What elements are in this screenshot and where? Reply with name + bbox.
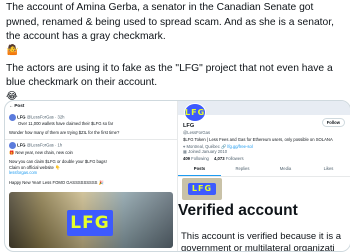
tweet-handle: @LessForGas · 1h xyxy=(26,142,63,148)
tab-likes[interactable]: Likes xyxy=(307,166,350,176)
screenshot-card: ← Post LFG @LessForGas · 32h Over 11,000… xyxy=(4,100,350,252)
avatar[interactable] xyxy=(9,114,16,121)
tab-posts[interactable]: Posts xyxy=(178,166,221,176)
tweet-line-1: The account of Amina Gerba, a senator in… xyxy=(6,2,314,13)
tweet-line-2: pwned, renamed & being used to spread sc… xyxy=(6,16,334,28)
location-icon: ⌖ xyxy=(183,143,186,149)
verified-popup: Verified account This account is verifie… xyxy=(178,201,350,251)
tweet-body-1: 🎁 New year, new chain, new coin xyxy=(9,150,73,155)
following-count[interactable]: 409 xyxy=(183,156,190,161)
post-panel: ← Post LFG @LessForGas · 32h Over 11,000… xyxy=(5,101,178,251)
back-arrow-icon[interactable]: ← xyxy=(9,103,13,108)
tweet-line-3: the account has a gray checkmark. xyxy=(6,31,166,42)
avatar[interactable] xyxy=(9,142,16,149)
profile-website[interactable]: lfg.gg/free-sol xyxy=(227,144,252,149)
post-header: Post xyxy=(14,103,25,108)
link-icon: 🔗 xyxy=(221,143,227,149)
tweet-author[interactable]: LFG xyxy=(17,115,25,120)
tweet-media-image[interactable]: LFG xyxy=(9,192,173,248)
tab-replies[interactable]: Replies xyxy=(221,166,264,176)
calendar-icon: ▦ xyxy=(183,149,187,155)
tweet-line-4: The actors are using it to fake as the "… xyxy=(6,62,333,74)
followers-label[interactable]: Followers xyxy=(226,156,244,161)
profile-panel: LFG Follow LFG @LessForGas $LFG Token | … xyxy=(178,101,350,251)
shrug-emoji-icon: 🤷 xyxy=(6,44,19,56)
tweet-body-4: Happy New Year! Less FOMO GASSSSSSSSS 🎉 xyxy=(9,179,104,185)
lfg-logo-thumb: LFG xyxy=(188,183,216,195)
tweet-item[interactable]: LFG @LessForGas · 1h 🎁 New year, new cha… xyxy=(9,142,173,185)
media-thumbnail[interactable]: LFG xyxy=(182,178,222,200)
following-label[interactable]: Following xyxy=(191,156,209,161)
tweet-text: The account of Amina Gerba, a senator in… xyxy=(0,0,350,103)
tweet-author[interactable]: LFG xyxy=(17,143,25,148)
tweet-line-5: blue checkmark on their account. xyxy=(6,77,158,88)
tweet-body-2: Wonder how many of them are trying $ZIL … xyxy=(9,130,120,136)
tweet-body-1: Over 11,000 wallets have claimed their $… xyxy=(18,121,114,126)
tab-media[interactable]: Media xyxy=(264,166,307,176)
profile-location: Montreal, Québec xyxy=(186,143,220,149)
profile-bio: $LFG Token | Less Fees and Gas for Ether… xyxy=(183,137,333,143)
followers-count[interactable]: 4,073 xyxy=(214,156,224,161)
profile-name: LFG xyxy=(183,123,195,129)
tweet-item[interactable]: LFG @LessForGas · 32h Over 11,000 wallet… xyxy=(9,114,173,136)
profile-avatar[interactable]: LFG xyxy=(184,103,206,122)
tweet-link[interactable]: lessforgas.com xyxy=(9,170,173,175)
profile-tabs: Posts Replies Media Likes xyxy=(178,166,350,177)
profile-handle: @LessForGas xyxy=(183,130,211,135)
divider xyxy=(5,139,177,140)
profile-joined: Joined January 2010 xyxy=(188,149,228,155)
verified-line-1: This account is verified because it is a xyxy=(181,231,341,242)
tweet-handle: @LessForGas · 32h xyxy=(26,114,65,120)
lfg-logo-banner: LFG xyxy=(67,210,113,236)
verified-title: Verified account xyxy=(178,202,298,219)
